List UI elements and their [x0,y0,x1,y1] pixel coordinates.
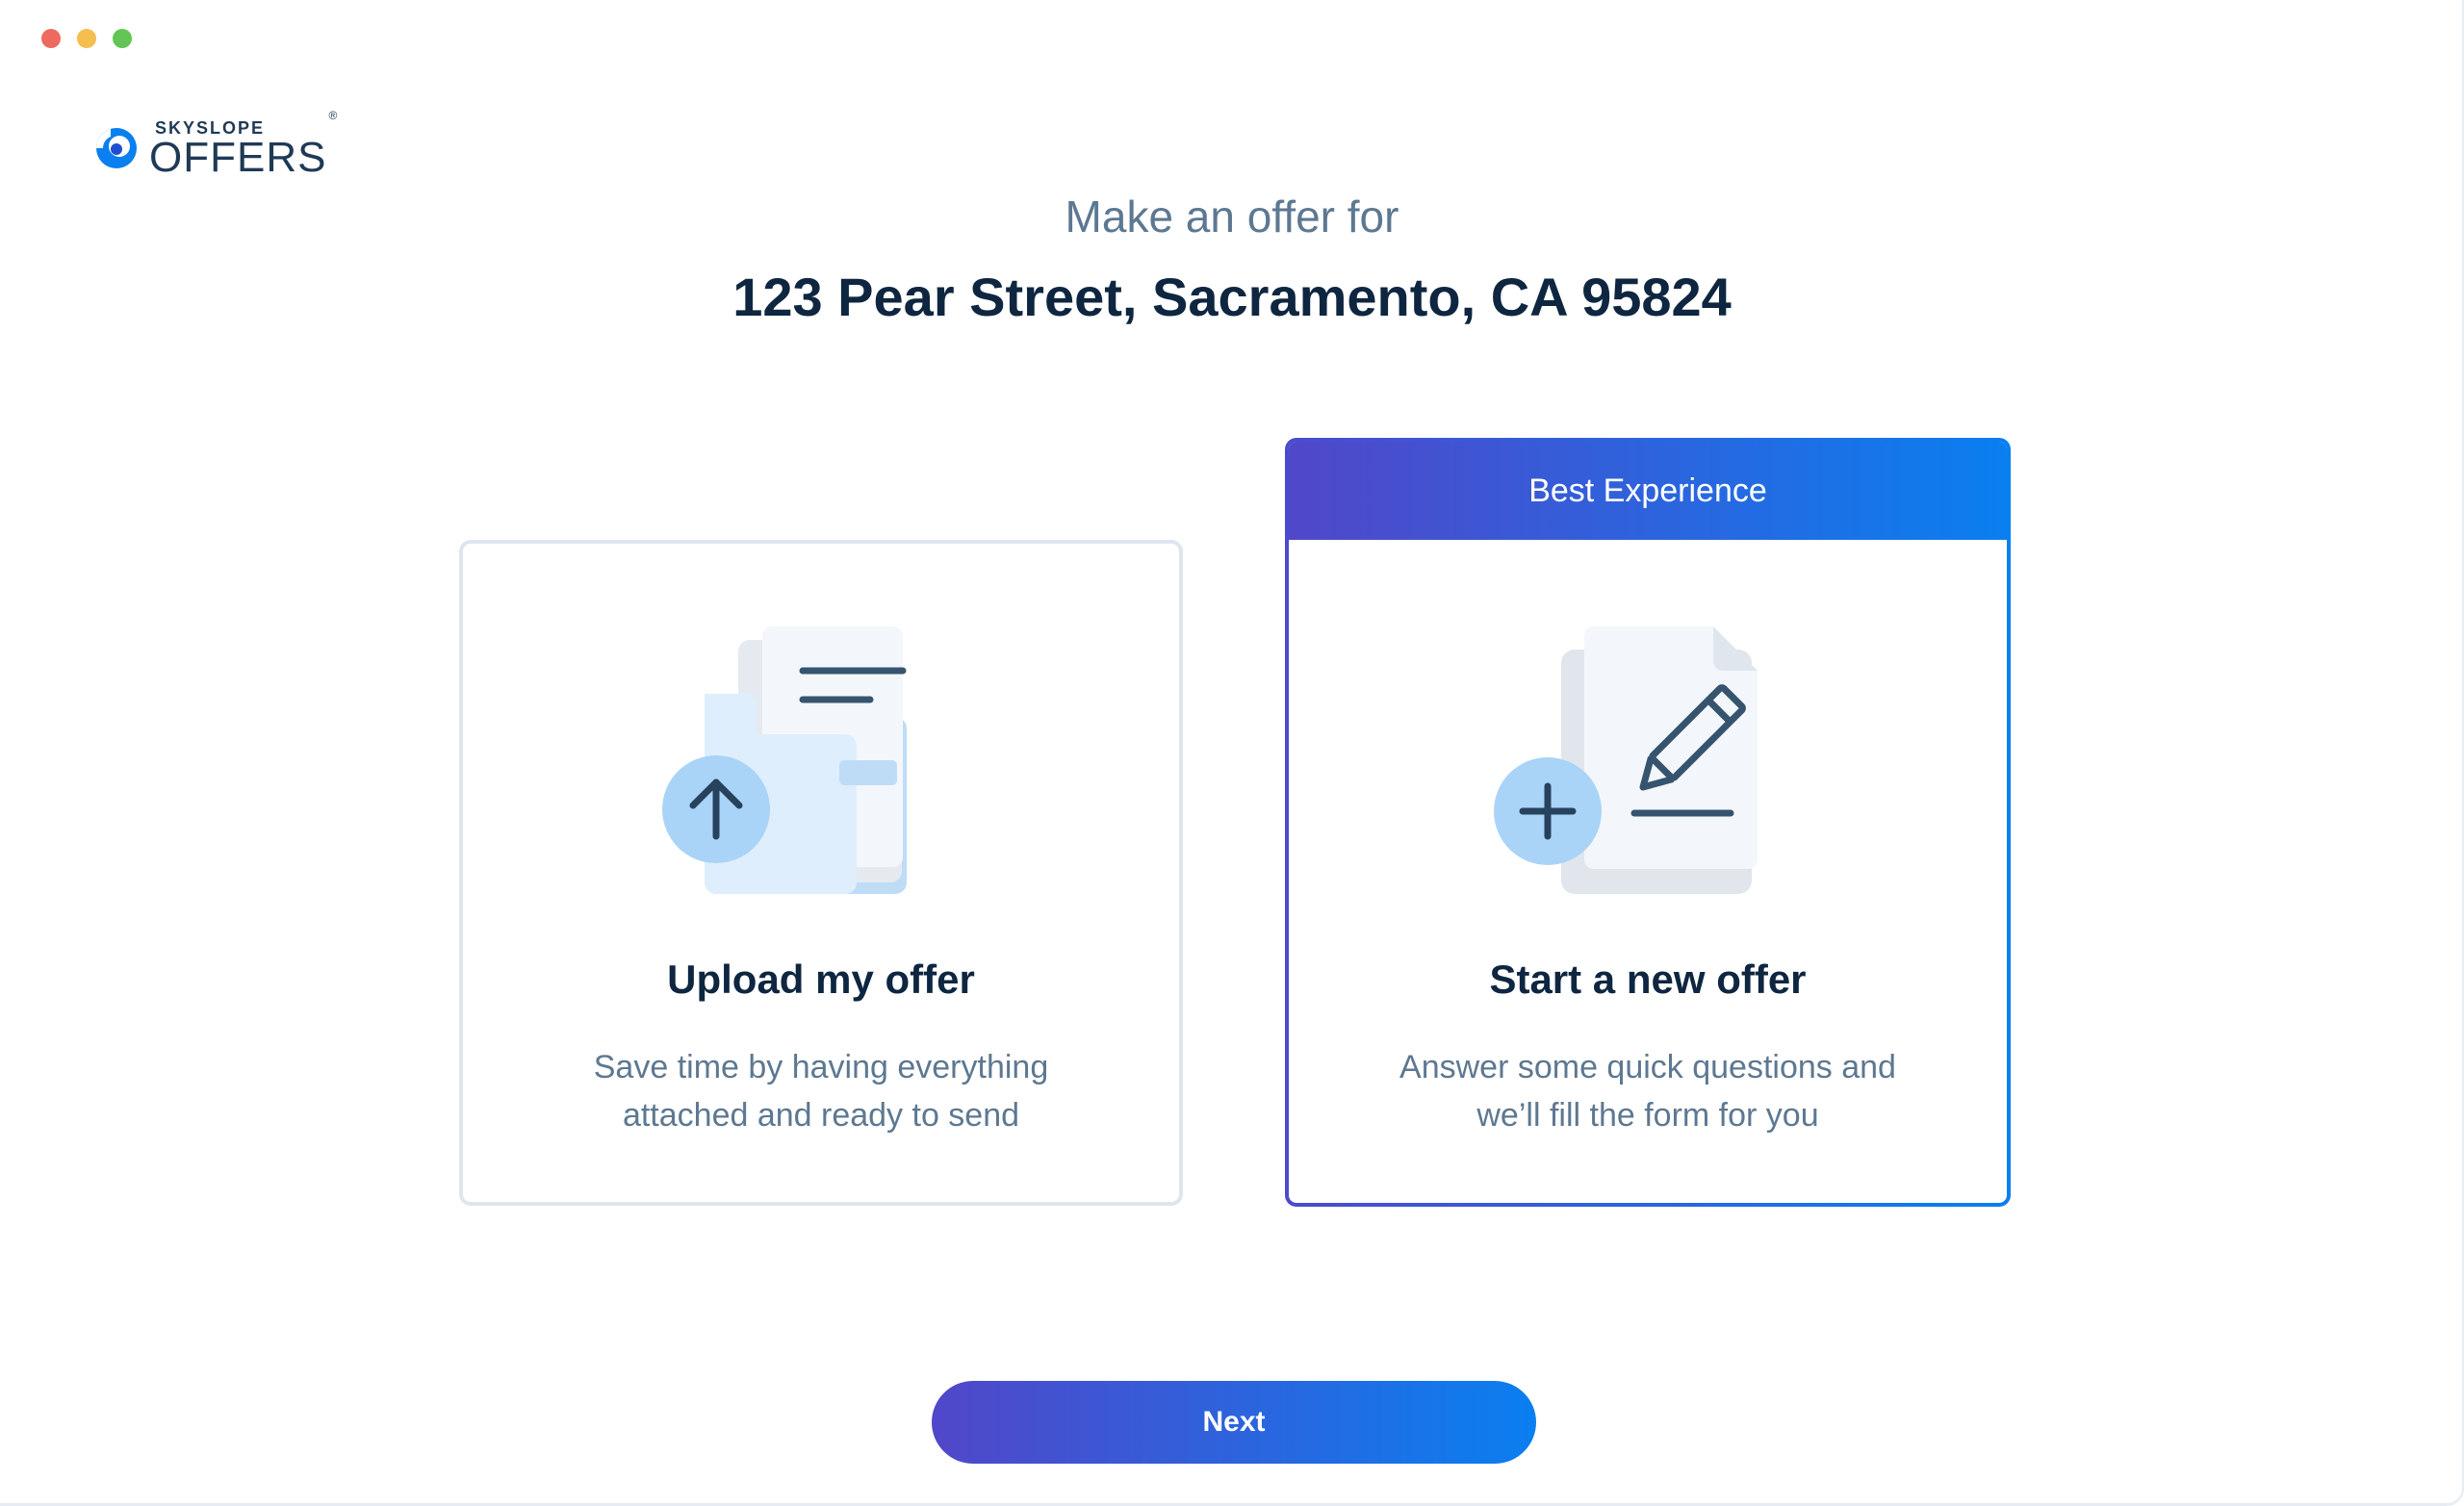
upload-document-icon [662,626,907,894]
app-window: SKYSLOPE OFFERS® Make an offer for 123 P… [0,0,2464,1506]
registered-mark: ® [328,109,339,122]
best-experience-badge: Best Experience [1289,442,2007,540]
skyslope-logo-icon [96,128,137,168]
upload-description-line-1: Save time by having everything [593,1049,1049,1085]
upload-offer-card[interactable]: Upload my offer Save time by having ever… [459,540,1183,1206]
upload-offer-description: Save time by having everything attached … [463,1043,1179,1139]
page-subtitle: Make an offer for [1065,191,1399,242]
skyslope-offers-logo: SKYSLOPE OFFERS® [93,110,338,181]
window-controls [41,29,132,48]
property-address: 123 Pear Street, Sacramento, CA 95824 [732,267,1732,327]
new-offer-title: Start a new offer [1489,957,1807,1002]
brand-small: SKYSLOPE [155,118,266,138]
zoom-window-button[interactable] [113,29,132,48]
next-button[interactable]: Next [932,1381,1536,1464]
new-offer-description-line-2: we’ll fill the form for you [1476,1097,1819,1134]
brand-big-text: OFFERS [149,134,327,181]
start-new-offer-card[interactable]: Best Experience Start a new offer Answer… [1285,438,2011,1207]
new-offer-description-line-1: Answer some quick questions and [1399,1049,1896,1085]
new-offer-description: Answer some quick questions and we’ll fi… [1289,1043,2007,1139]
minimize-window-button[interactable] [77,29,96,48]
new-document-edit-icon [1494,626,1758,894]
close-window-button[interactable] [41,29,61,48]
upload-description-line-2: attached and ready to send [622,1097,1020,1134]
brand-name: OFFERS® [149,110,338,181]
upload-offer-title: Upload my offer [667,957,975,1002]
